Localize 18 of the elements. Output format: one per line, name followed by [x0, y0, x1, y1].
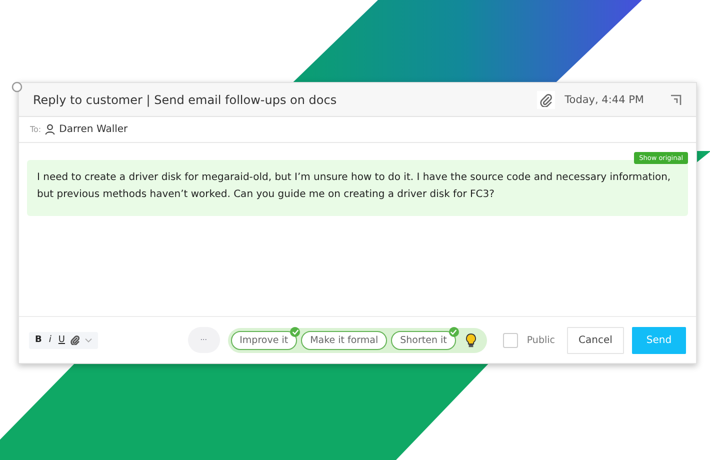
recipient-name: Darren Waller: [59, 124, 128, 135]
public-checkbox[interactable]: [502, 332, 518, 348]
lightbulb-icon[interactable]: [464, 332, 477, 348]
timestamp: Today, 4:44 PM: [564, 94, 644, 106]
backdrop-triangle: [696, 151, 710, 163]
to-label: To:: [30, 125, 42, 134]
message-text: I need to create a driver disk for megaraid-old, but I’m unsure how to do it. I have the source code and necessary information, but previous methods haven’t worked. Can you guide me on creating a driver disk for FC3?: [37, 171, 672, 202]
attach-button[interactable]: [536, 90, 555, 108]
popout-icon[interactable]: [670, 94, 682, 106]
cancel-button[interactable]: Cancel: [567, 326, 624, 354]
window-title: Reply to customer | Send email follow-ups on docs: [33, 92, 338, 106]
underline-button[interactable]: U: [58, 335, 65, 345]
italic-button[interactable]: i: [46, 335, 54, 345]
suggestion-chip[interactable]: Make it formal: [301, 330, 388, 350]
bold-button[interactable]: B: [35, 335, 42, 345]
person-icon: [45, 124, 56, 135]
attach-icon[interactable]: [70, 335, 80, 345]
public-label: Public: [526, 334, 555, 346]
